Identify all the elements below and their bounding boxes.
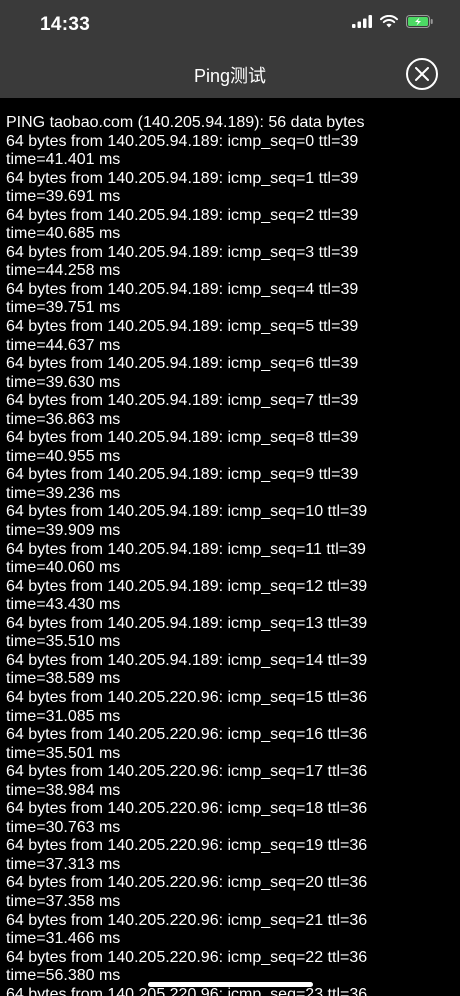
home-indicator[interactable] — [148, 982, 313, 987]
log-line: time=31.085 ms — [6, 707, 121, 725]
signal-icon — [352, 15, 372, 28]
log-line: time=43.430 ms — [6, 596, 121, 614]
header: 14:33 Ping测试 — [0, 0, 460, 98]
log-line: PING taobao.com (140.205.94.189): 56 dat… — [6, 114, 365, 131]
log-line: 64 bytes from 140.205.94.189: icmp_seq=1… — [6, 614, 368, 632]
log-line: time=44.258 ms — [6, 262, 121, 280]
ping-output-log[interactable]: PING taobao.com (140.205.94.189): 56 dat… — [0, 98, 460, 996]
log-line: time=39.751 ms — [6, 299, 121, 317]
log-line: 64 bytes from 140.205.94.189: icmp_seq=1… — [6, 577, 368, 595]
log-line: time=40.955 ms — [6, 447, 121, 465]
log-line: time=37.358 ms — [6, 892, 121, 910]
log-line: time=38.589 ms — [6, 670, 121, 688]
log-line: time=35.501 ms — [6, 744, 121, 762]
log-line: 64 bytes from 140.205.94.189: icmp_seq=8… — [6, 429, 359, 447]
log-line: 64 bytes from 140.205.220.96: icmp_seq=1… — [6, 763, 368, 781]
log-line: 64 bytes from 140.205.220.96: icmp_seq=1… — [6, 688, 368, 706]
log-line: 64 bytes from 140.205.220.96: icmp_seq=2… — [6, 911, 368, 929]
log-line: time=31.466 ms — [6, 930, 121, 948]
log-line: time=40.685 ms — [6, 225, 121, 243]
log-line: time=35.510 ms — [6, 633, 121, 651]
log-line: time=37.313 ms — [6, 855, 121, 873]
log-line: 64 bytes from 140.205.94.189: icmp_seq=1… — [6, 503, 368, 521]
log-line: time=41.401 ms — [6, 151, 121, 169]
log-line: time=39.691 ms — [6, 188, 121, 206]
ping-test-screen: 14:33 Ping测试 PING taobao.com (140.205.94… — [0, 0, 460, 996]
log-line: time=40.060 ms — [6, 559, 121, 577]
log-line: 64 bytes from 140.205.94.189: icmp_seq=3… — [6, 243, 359, 261]
log-line: 64 bytes from 140.205.220.96: icmp_seq=2… — [6, 948, 368, 966]
log-line: time=39.909 ms — [6, 522, 121, 540]
log-line: 64 bytes from 140.205.94.189: icmp_seq=2… — [6, 206, 359, 224]
battery-charging-icon — [406, 15, 433, 28]
log-line: 64 bytes from 140.205.220.96: icmp_seq=2… — [6, 985, 368, 996]
log-line: 64 bytes from 140.205.220.96: icmp_seq=1… — [6, 800, 368, 818]
close-button[interactable] — [406, 58, 438, 90]
log-line: time=38.984 ms — [6, 781, 121, 799]
close-icon — [415, 67, 429, 81]
log-line: 64 bytes from 140.205.94.189: icmp_seq=1… — [6, 169, 359, 187]
status-bar: 14:33 — [0, 0, 460, 50]
log-line: 64 bytes from 140.205.220.96: icmp_seq=2… — [6, 874, 368, 892]
page-title: Ping测试 — [193, 66, 267, 86]
log-line: time=36.863 ms — [6, 410, 121, 428]
log-line: time=39.236 ms — [6, 484, 121, 502]
log-line: 64 bytes from 140.205.94.189: icmp_seq=1… — [6, 540, 366, 558]
nav-bar: Ping测试 — [0, 50, 460, 98]
log-line: time=30.763 ms — [6, 818, 121, 836]
log-line: 64 bytes from 140.205.94.189: icmp_seq=1… — [6, 651, 368, 669]
log-line: 64 bytes from 140.205.220.96: icmp_seq=1… — [6, 837, 368, 855]
log-line: 64 bytes from 140.205.94.189: icmp_seq=4… — [6, 280, 359, 298]
log-line: time=39.630 ms — [6, 373, 121, 391]
status-time: 14:33 — [40, 14, 91, 35]
log-line: time=44.637 ms — [6, 336, 121, 354]
wifi-icon — [380, 15, 398, 28]
log-line: 64 bytes from 140.205.94.189: icmp_seq=9… — [6, 466, 359, 484]
log-line: 64 bytes from 140.205.94.189: icmp_seq=6… — [6, 355, 359, 373]
log-line: 64 bytes from 140.205.94.189: icmp_seq=5… — [6, 318, 359, 336]
log-line: 64 bytes from 140.205.94.189: icmp_seq=0… — [6, 132, 359, 150]
log-line: 64 bytes from 140.205.220.96: icmp_seq=1… — [6, 726, 368, 744]
status-icons — [352, 15, 434, 28]
log-line: 64 bytes from 140.205.94.189: icmp_seq=7… — [6, 392, 359, 410]
